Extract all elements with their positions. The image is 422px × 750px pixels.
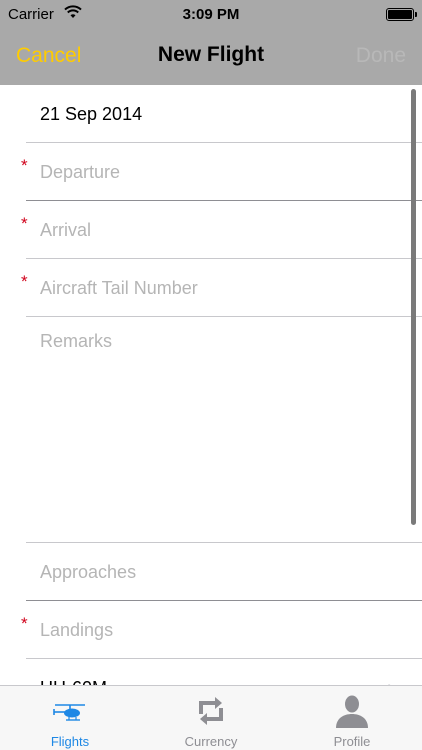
done-button[interactable]: Done <box>356 44 406 68</box>
new-flight-screen: Carrier 3:09 PM Cancel New Flight Done 2… <box>0 0 422 750</box>
date-value: 21 Sep 2014 <box>40 104 143 124</box>
tail-number-row: * <box>0 259 422 317</box>
departure-input[interactable] <box>40 157 400 187</box>
arrival-row: * <box>0 201 422 259</box>
navigation-bar: Cancel New Flight Done <box>0 30 422 85</box>
repeat-icon <box>191 694 231 728</box>
remarks-row <box>0 317 422 543</box>
flight-form: 21 Sep 2014 * * * * <box>0 85 422 685</box>
tail-number-input[interactable] <box>40 273 400 303</box>
tab-currency[interactable]: Currency <box>141 686 281 750</box>
date-row[interactable]: 21 Sep 2014 <box>0 85 422 143</box>
required-indicator: * <box>21 214 28 233</box>
clock: 3:09 PM <box>182 6 240 23</box>
tab-flights-label: Flights <box>50 734 90 749</box>
approaches-row <box>0 543 422 601</box>
landings-row: * <box>0 601 422 659</box>
tab-flights[interactable]: Flights <box>0 686 140 750</box>
aircraft-type-row[interactable]: UH-60M › <box>0 659 422 685</box>
remarks-textarea[interactable] <box>36 327 404 535</box>
departure-row: * <box>0 143 422 201</box>
tab-currency-label: Currency <box>184 734 238 749</box>
required-indicator: * <box>21 272 28 291</box>
scroll-indicator[interactable] <box>411 89 416 525</box>
landings-input[interactable] <box>40 615 400 645</box>
required-indicator: * <box>21 156 28 175</box>
approaches-input[interactable] <box>40 557 400 587</box>
arrival-input[interactable] <box>40 215 400 245</box>
required-indicator: * <box>21 614 28 633</box>
helicopter-icon <box>50 694 90 728</box>
tab-bar: Flights Currency Profile <box>0 685 422 750</box>
person-icon <box>332 694 372 728</box>
cancel-button[interactable]: Cancel <box>16 44 81 68</box>
status-bar: Carrier 3:09 PM <box>0 0 422 30</box>
chevron-right-icon: › <box>387 677 394 685</box>
aircraft-type-value: UH-60M <box>40 678 107 685</box>
tab-profile[interactable]: Profile <box>282 686 422 750</box>
battery-icon <box>386 8 417 21</box>
tab-profile-label: Profile <box>333 734 371 749</box>
